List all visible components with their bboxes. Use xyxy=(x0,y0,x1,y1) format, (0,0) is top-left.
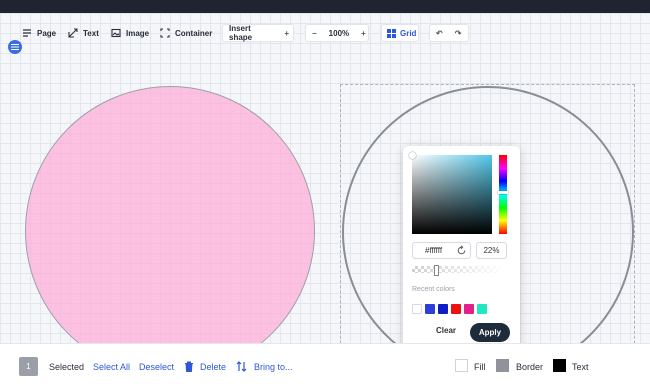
text-tool[interactable]: Text xyxy=(68,25,99,41)
hex-input[interactable]: #ffffff xyxy=(412,242,471,259)
clear-button[interactable]: Clear xyxy=(436,326,456,335)
zoom-control: − 100% + xyxy=(305,24,369,42)
grid-icon xyxy=(387,28,396,38)
hue-handle[interactable] xyxy=(498,191,508,194)
opacity-value: 22% xyxy=(483,246,500,255)
plus-icon[interactable]: + xyxy=(280,25,293,41)
fill-label: Fill xyxy=(474,362,486,372)
page-tool[interactable]: Page xyxy=(22,25,56,41)
zoom-out-button[interactable]: − xyxy=(306,25,323,41)
recent-color-swatch[interactable] xyxy=(425,304,435,314)
select-all-link[interactable]: Select All xyxy=(93,362,130,372)
recent-colors-label: Recent colors xyxy=(412,286,455,293)
alpha-handle[interactable] xyxy=(434,265,439,276)
recent-color-swatch[interactable] xyxy=(412,304,422,314)
bring-to-link[interactable]: Bring to... xyxy=(254,362,293,372)
delete-link[interactable]: Delete xyxy=(200,362,226,372)
reset-icon[interactable] xyxy=(456,245,467,256)
border-label: Border xyxy=(516,362,544,372)
selected-label: Selected xyxy=(49,362,85,372)
saturation-value-area[interactable] xyxy=(409,152,492,234)
page-icon xyxy=(23,29,31,37)
zoom-level: 100% xyxy=(328,28,350,38)
text-tool-label: Text xyxy=(83,28,99,38)
opacity-input[interactable]: 22% xyxy=(476,242,507,259)
recent-color-swatch[interactable] xyxy=(438,304,448,314)
zoom-in-button[interactable]: + xyxy=(355,25,372,41)
deselect-link[interactable]: Deselect xyxy=(139,362,174,372)
history-control: ↶ ↷ xyxy=(429,24,469,42)
menu-icon[interactable] xyxy=(8,40,22,54)
recent-color-swatch[interactable] xyxy=(464,304,474,314)
alpha-slider[interactable] xyxy=(412,265,507,276)
recent-colors-list xyxy=(412,304,487,314)
container-tool[interactable]: Container xyxy=(160,25,212,41)
top-header-bar xyxy=(0,0,650,13)
undo-icon[interactable]: ↶ xyxy=(430,25,449,41)
border-swatch[interactable] xyxy=(496,359,509,372)
hue-slider[interactable] xyxy=(498,155,508,234)
insert-shape-control[interactable]: Insert shape + xyxy=(222,24,294,42)
container-icon xyxy=(160,28,170,38)
text-color-label: Text xyxy=(572,362,589,372)
color-picker-popover: #ffffff 22% Recent colors Clear Apply xyxy=(403,146,520,355)
image-tool[interactable]: Image xyxy=(111,25,149,41)
fill-swatch[interactable] xyxy=(455,359,468,372)
sort-arrows-icon[interactable] xyxy=(236,361,247,372)
container-tool-label: Container xyxy=(175,28,213,38)
selected-count-badge: 1 xyxy=(19,357,38,376)
recent-color-swatch[interactable] xyxy=(477,304,487,314)
trash-icon[interactable] xyxy=(184,361,194,372)
insert-shape-label: Insert shape xyxy=(229,24,253,42)
grid-toggle-button[interactable]: Grid xyxy=(381,24,419,42)
image-icon xyxy=(111,28,121,38)
pink-circle-shape[interactable] xyxy=(25,86,315,376)
apply-button[interactable]: Apply xyxy=(470,323,510,342)
saturation-handle[interactable] xyxy=(409,152,416,159)
image-tool-label: Image xyxy=(126,28,150,38)
hex-value: #ffffff xyxy=(425,246,443,255)
grid-label: Grid xyxy=(400,28,417,38)
redo-icon[interactable]: ↷ xyxy=(449,25,468,41)
text-color-swatch[interactable] xyxy=(553,359,566,372)
page-tool-label: Page xyxy=(37,28,57,38)
text-icon xyxy=(68,28,78,38)
recent-color-swatch[interactable] xyxy=(451,304,461,314)
